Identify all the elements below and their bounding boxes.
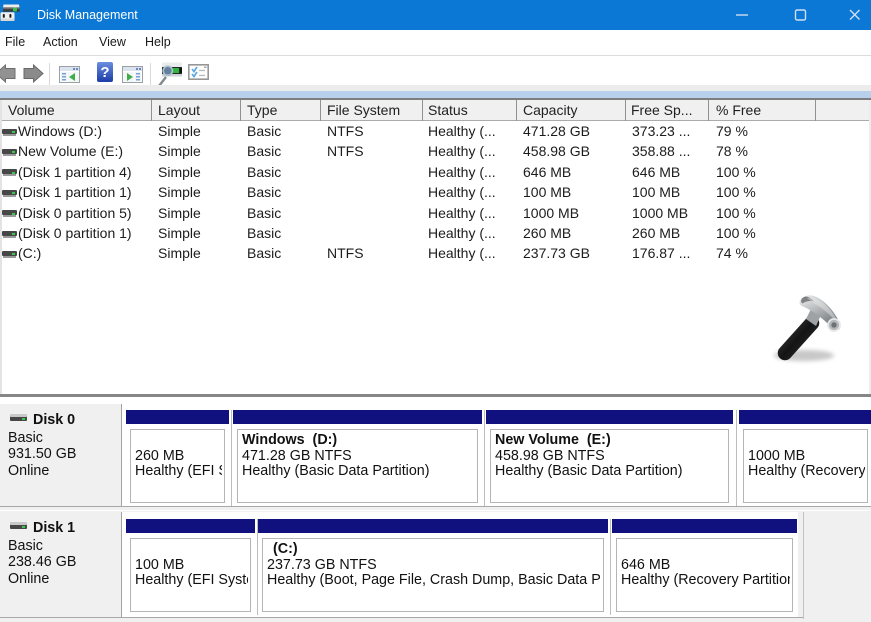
svg-text:?: ? bbox=[100, 64, 109, 81]
